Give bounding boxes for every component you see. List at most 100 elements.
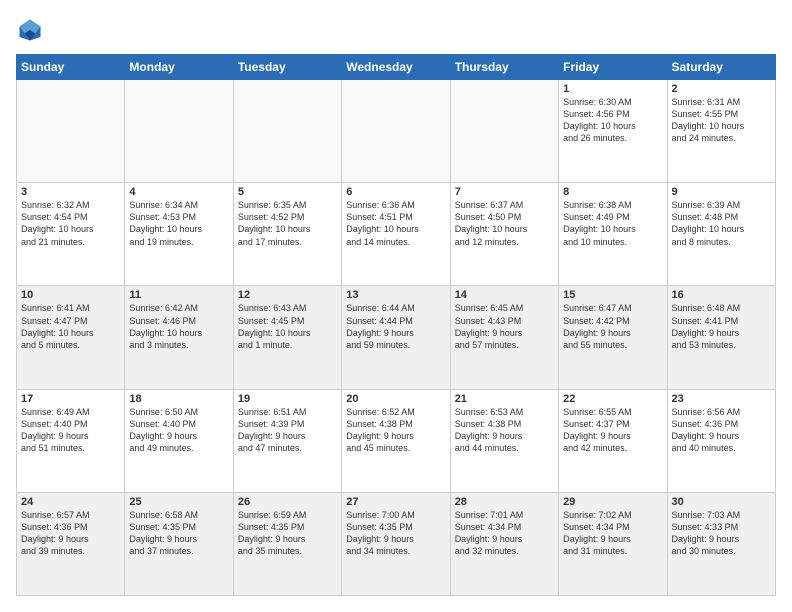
day-number: 25 xyxy=(129,496,228,508)
day-info: Sunrise: 6:34 AM Sunset: 4:53 PM Dayligh… xyxy=(129,199,228,248)
day-number: 7 xyxy=(455,186,554,198)
header xyxy=(16,16,776,44)
day-number: 17 xyxy=(21,393,120,405)
calendar-week-row: 1Sunrise: 6:30 AM Sunset: 4:56 PM Daylig… xyxy=(17,80,776,183)
calendar-day-cell: 12Sunrise: 6:43 AM Sunset: 4:45 PM Dayli… xyxy=(233,286,341,389)
calendar-day-header: Sunday xyxy=(17,55,125,80)
day-info: Sunrise: 6:44 AM Sunset: 4:44 PM Dayligh… xyxy=(346,302,445,351)
calendar-day-cell: 25Sunrise: 6:58 AM Sunset: 4:35 PM Dayli… xyxy=(125,492,233,595)
day-number: 14 xyxy=(455,289,554,301)
day-number: 18 xyxy=(129,393,228,405)
calendar-day-cell: 23Sunrise: 6:56 AM Sunset: 4:36 PM Dayli… xyxy=(667,389,775,492)
calendar-day-cell: 4Sunrise: 6:34 AM Sunset: 4:53 PM Daylig… xyxy=(125,183,233,286)
calendar-day-cell: 5Sunrise: 6:35 AM Sunset: 4:52 PM Daylig… xyxy=(233,183,341,286)
day-info: Sunrise: 6:56 AM Sunset: 4:36 PM Dayligh… xyxy=(672,406,771,455)
day-number: 24 xyxy=(21,496,120,508)
page: SundayMondayTuesdayWednesdayThursdayFrid… xyxy=(0,0,792,612)
calendar-day-cell: 15Sunrise: 6:47 AM Sunset: 4:42 PM Dayli… xyxy=(559,286,667,389)
day-number: 26 xyxy=(238,496,337,508)
calendar-week-row: 24Sunrise: 6:57 AM Sunset: 4:36 PM Dayli… xyxy=(17,492,776,595)
calendar-day-header: Wednesday xyxy=(342,55,450,80)
day-info: Sunrise: 6:43 AM Sunset: 4:45 PM Dayligh… xyxy=(238,302,337,351)
day-info: Sunrise: 7:02 AM Sunset: 4:34 PM Dayligh… xyxy=(563,509,662,558)
day-info: Sunrise: 6:30 AM Sunset: 4:56 PM Dayligh… xyxy=(563,96,662,145)
calendar-week-row: 3Sunrise: 6:32 AM Sunset: 4:54 PM Daylig… xyxy=(17,183,776,286)
day-info: Sunrise: 6:57 AM Sunset: 4:36 PM Dayligh… xyxy=(21,509,120,558)
day-number: 12 xyxy=(238,289,337,301)
day-info: Sunrise: 7:03 AM Sunset: 4:33 PM Dayligh… xyxy=(672,509,771,558)
day-info: Sunrise: 6:38 AM Sunset: 4:49 PM Dayligh… xyxy=(563,199,662,248)
calendar-day-cell: 7Sunrise: 6:37 AM Sunset: 4:50 PM Daylig… xyxy=(450,183,558,286)
day-info: Sunrise: 6:39 AM Sunset: 4:48 PM Dayligh… xyxy=(672,199,771,248)
calendar-day-cell: 18Sunrise: 6:50 AM Sunset: 4:40 PM Dayli… xyxy=(125,389,233,492)
day-number: 10 xyxy=(21,289,120,301)
day-number: 28 xyxy=(455,496,554,508)
calendar-day-cell: 17Sunrise: 6:49 AM Sunset: 4:40 PM Dayli… xyxy=(17,389,125,492)
day-info: Sunrise: 6:52 AM Sunset: 4:38 PM Dayligh… xyxy=(346,406,445,455)
calendar-day-header: Thursday xyxy=(450,55,558,80)
calendar-day-cell: 11Sunrise: 6:42 AM Sunset: 4:46 PM Dayli… xyxy=(125,286,233,389)
day-number: 2 xyxy=(672,83,771,95)
day-info: Sunrise: 6:50 AM Sunset: 4:40 PM Dayligh… xyxy=(129,406,228,455)
day-info: Sunrise: 6:49 AM Sunset: 4:40 PM Dayligh… xyxy=(21,406,120,455)
day-number: 29 xyxy=(563,496,662,508)
day-info: Sunrise: 7:01 AM Sunset: 4:34 PM Dayligh… xyxy=(455,509,554,558)
calendar-day-cell: 26Sunrise: 6:59 AM Sunset: 4:35 PM Dayli… xyxy=(233,492,341,595)
calendar-week-row: 17Sunrise: 6:49 AM Sunset: 4:40 PM Dayli… xyxy=(17,389,776,492)
calendar-day-cell xyxy=(17,80,125,183)
calendar-day-cell: 3Sunrise: 6:32 AM Sunset: 4:54 PM Daylig… xyxy=(17,183,125,286)
day-info: Sunrise: 6:48 AM Sunset: 4:41 PM Dayligh… xyxy=(672,302,771,351)
calendar-day-header: Monday xyxy=(125,55,233,80)
day-number: 5 xyxy=(238,186,337,198)
day-info: Sunrise: 6:32 AM Sunset: 4:54 PM Dayligh… xyxy=(21,199,120,248)
day-number: 13 xyxy=(346,289,445,301)
calendar-day-header: Saturday xyxy=(667,55,775,80)
day-number: 16 xyxy=(672,289,771,301)
calendar-week-row: 10Sunrise: 6:41 AM Sunset: 4:47 PM Dayli… xyxy=(17,286,776,389)
day-info: Sunrise: 6:53 AM Sunset: 4:38 PM Dayligh… xyxy=(455,406,554,455)
calendar-table: SundayMondayTuesdayWednesdayThursdayFrid… xyxy=(16,54,776,596)
day-info: Sunrise: 6:41 AM Sunset: 4:47 PM Dayligh… xyxy=(21,302,120,351)
day-info: Sunrise: 6:36 AM Sunset: 4:51 PM Dayligh… xyxy=(346,199,445,248)
day-number: 9 xyxy=(672,186,771,198)
calendar-day-cell: 13Sunrise: 6:44 AM Sunset: 4:44 PM Dayli… xyxy=(342,286,450,389)
calendar-day-cell: 21Sunrise: 6:53 AM Sunset: 4:38 PM Dayli… xyxy=(450,389,558,492)
calendar-header-row: SundayMondayTuesdayWednesdayThursdayFrid… xyxy=(17,55,776,80)
calendar-day-cell: 8Sunrise: 6:38 AM Sunset: 4:49 PM Daylig… xyxy=(559,183,667,286)
day-info: Sunrise: 6:37 AM Sunset: 4:50 PM Dayligh… xyxy=(455,199,554,248)
day-info: Sunrise: 6:35 AM Sunset: 4:52 PM Dayligh… xyxy=(238,199,337,248)
calendar-day-cell: 6Sunrise: 6:36 AM Sunset: 4:51 PM Daylig… xyxy=(342,183,450,286)
calendar-day-cell: 20Sunrise: 6:52 AM Sunset: 4:38 PM Dayli… xyxy=(342,389,450,492)
day-info: Sunrise: 6:51 AM Sunset: 4:39 PM Dayligh… xyxy=(238,406,337,455)
calendar-day-cell: 10Sunrise: 6:41 AM Sunset: 4:47 PM Dayli… xyxy=(17,286,125,389)
day-number: 23 xyxy=(672,393,771,405)
calendar-day-cell xyxy=(342,80,450,183)
calendar-day-cell: 29Sunrise: 7:02 AM Sunset: 4:34 PM Dayli… xyxy=(559,492,667,595)
day-info: Sunrise: 6:45 AM Sunset: 4:43 PM Dayligh… xyxy=(455,302,554,351)
calendar-day-cell: 30Sunrise: 7:03 AM Sunset: 4:33 PM Dayli… xyxy=(667,492,775,595)
day-number: 4 xyxy=(129,186,228,198)
calendar-day-cell: 14Sunrise: 6:45 AM Sunset: 4:43 PM Dayli… xyxy=(450,286,558,389)
calendar-day-cell: 1Sunrise: 6:30 AM Sunset: 4:56 PM Daylig… xyxy=(559,80,667,183)
day-info: Sunrise: 6:31 AM Sunset: 4:55 PM Dayligh… xyxy=(672,96,771,145)
calendar-day-cell xyxy=(233,80,341,183)
calendar-day-cell xyxy=(125,80,233,183)
day-info: Sunrise: 6:47 AM Sunset: 4:42 PM Dayligh… xyxy=(563,302,662,351)
day-info: Sunrise: 7:00 AM Sunset: 4:35 PM Dayligh… xyxy=(346,509,445,558)
day-number: 8 xyxy=(563,186,662,198)
day-info: Sunrise: 6:55 AM Sunset: 4:37 PM Dayligh… xyxy=(563,406,662,455)
calendar-body: 1Sunrise: 6:30 AM Sunset: 4:56 PM Daylig… xyxy=(17,80,776,596)
day-number: 27 xyxy=(346,496,445,508)
calendar-day-cell: 27Sunrise: 7:00 AM Sunset: 4:35 PM Dayli… xyxy=(342,492,450,595)
day-number: 11 xyxy=(129,289,228,301)
calendar-day-cell: 16Sunrise: 6:48 AM Sunset: 4:41 PM Dayli… xyxy=(667,286,775,389)
day-number: 20 xyxy=(346,393,445,405)
day-number: 1 xyxy=(563,83,662,95)
calendar-day-header: Tuesday xyxy=(233,55,341,80)
calendar-day-header: Friday xyxy=(559,55,667,80)
calendar-day-cell: 28Sunrise: 7:01 AM Sunset: 4:34 PM Dayli… xyxy=(450,492,558,595)
day-info: Sunrise: 6:58 AM Sunset: 4:35 PM Dayligh… xyxy=(129,509,228,558)
calendar-day-cell xyxy=(450,80,558,183)
day-number: 22 xyxy=(563,393,662,405)
day-number: 30 xyxy=(672,496,771,508)
